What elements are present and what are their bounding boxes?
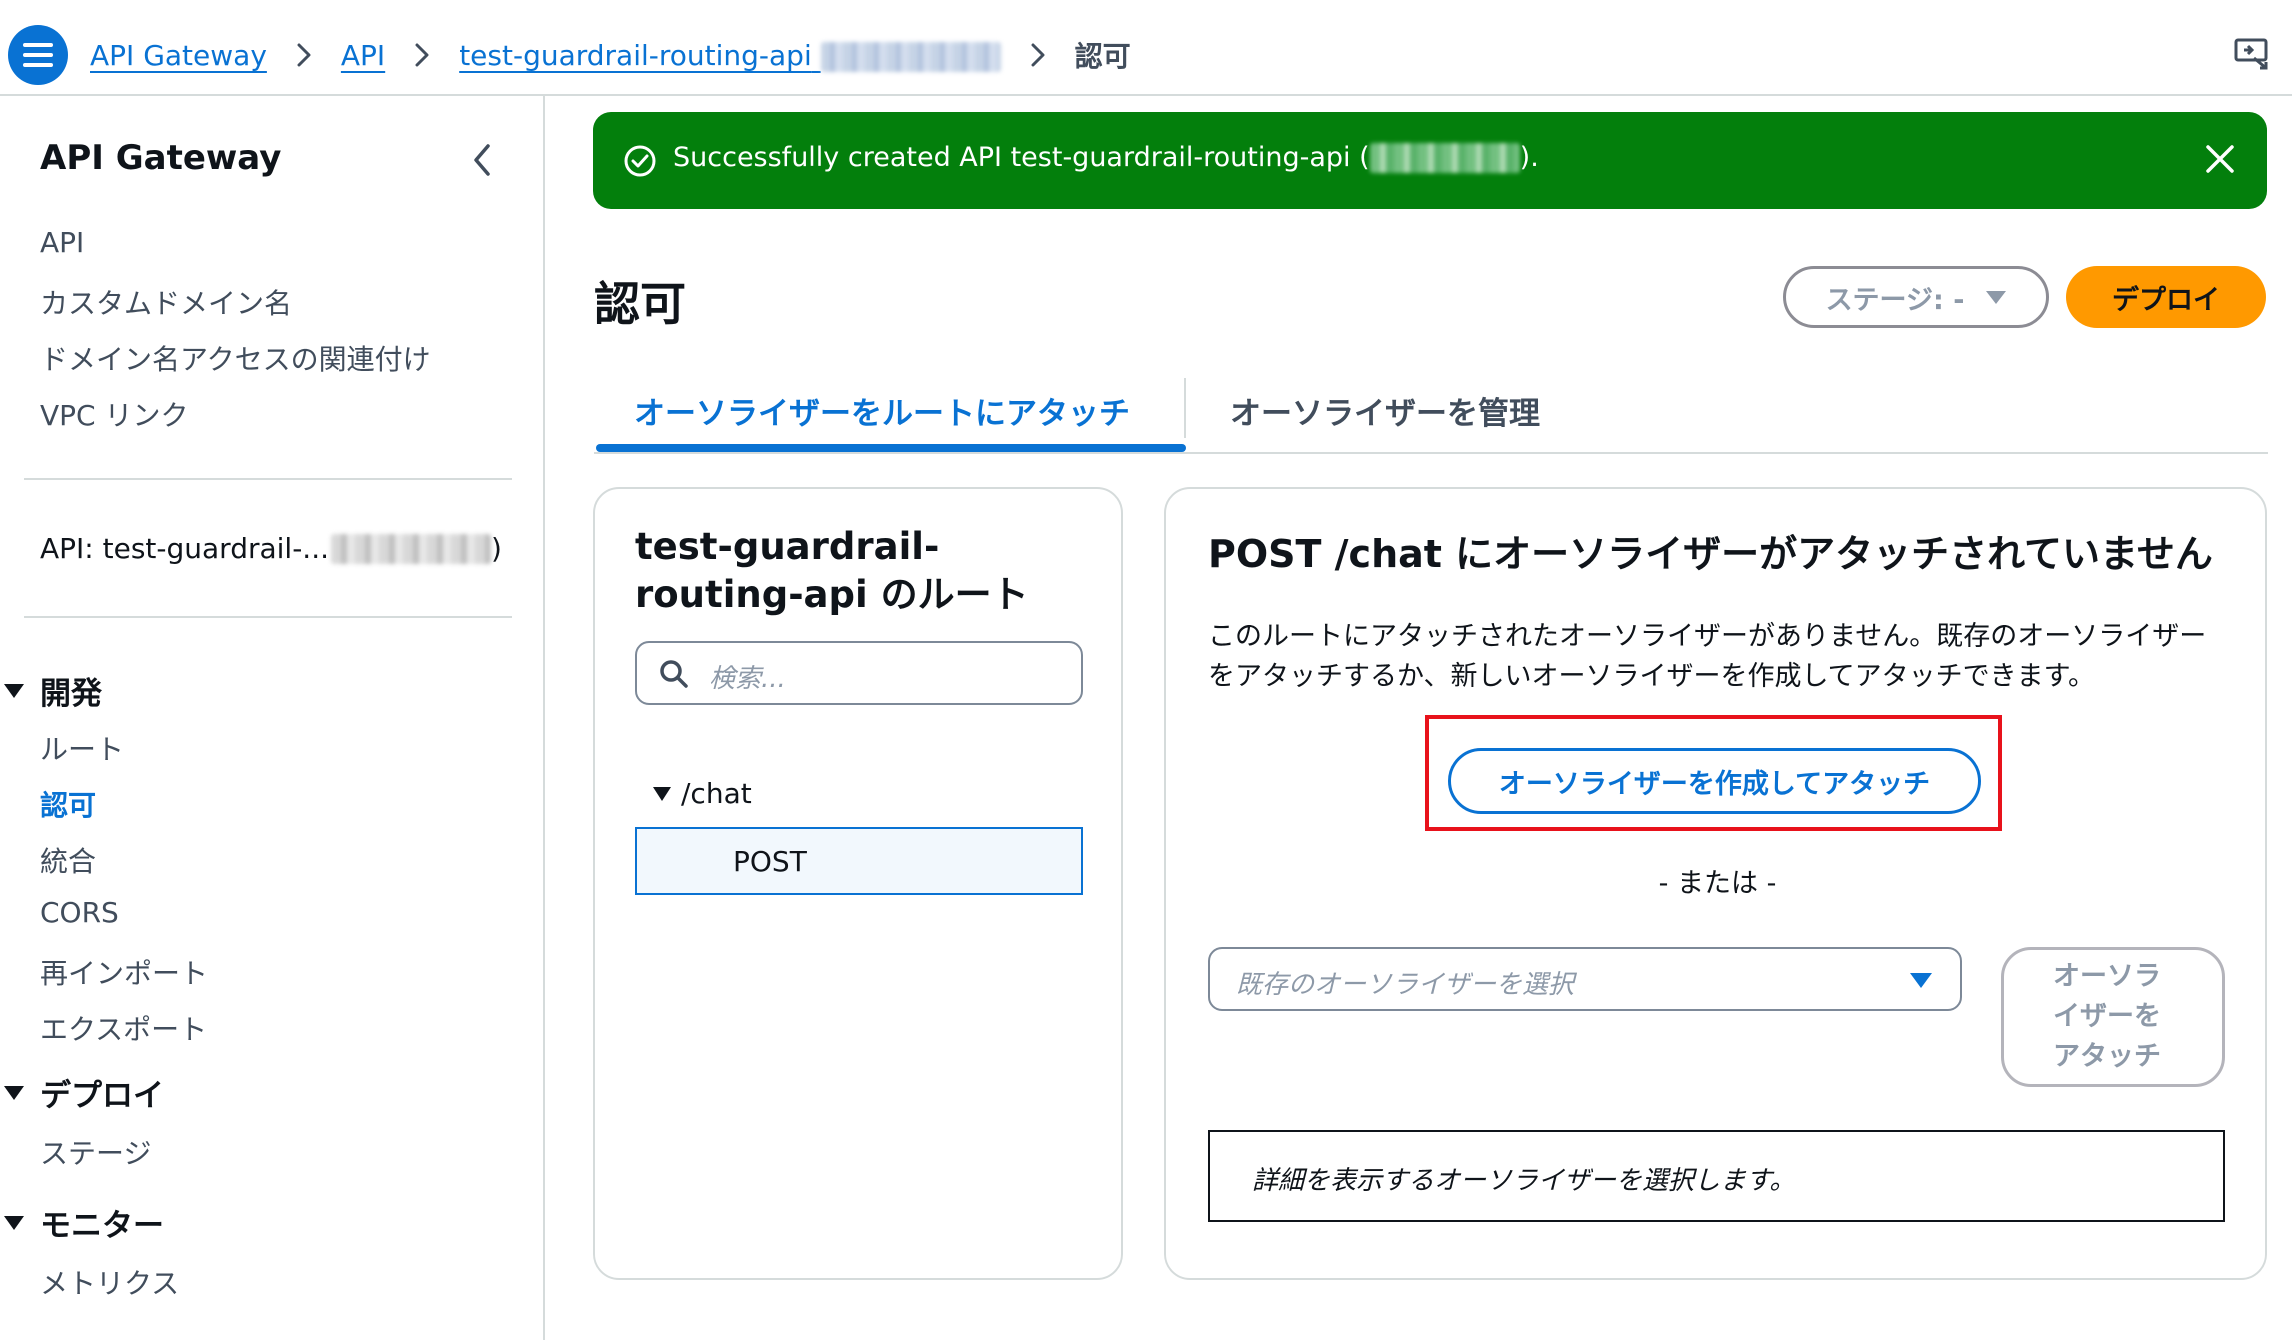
caret-down-icon bbox=[1910, 973, 1932, 988]
top-navigation-bar: API Gateway API test-guardrail-routing-a… bbox=[0, 0, 2292, 96]
detail-title: POST /chat にオーソライザーがアタッチされていません bbox=[1208, 532, 2213, 576]
breadcrumb-api-name-text: test-guardrail-routing-api bbox=[459, 38, 812, 72]
caret-down-icon bbox=[653, 786, 671, 801]
chevron-right-icon bbox=[1023, 43, 1053, 67]
sidebar-item-api[interactable]: API bbox=[40, 226, 84, 259]
sidebar-divider bbox=[24, 478, 512, 480]
redacted-api-id bbox=[820, 41, 1001, 72]
search-icon bbox=[660, 660, 688, 688]
sidebar-section-deploy[interactable]: デプロイ bbox=[4, 1070, 164, 1115]
breadcrumb-api[interactable]: API bbox=[341, 39, 385, 72]
sidebar-item-domain-access[interactable]: ドメイン名アクセスの関連付け bbox=[40, 338, 431, 378]
tab-manage-authorizers[interactable]: オーソライザーを管理 bbox=[1230, 388, 1540, 433]
side-navigation: API Gateway API カスタムドメイン名 ドメイン名アクセスの関連付け… bbox=[0, 96, 545, 1340]
existing-authorizer-select[interactable]: 既存のオーソライザーを選択 bbox=[1208, 947, 1962, 1011]
caret-down-icon bbox=[1986, 290, 2007, 304]
breadcrumb-api-name[interactable]: test-guardrail-routing-api bbox=[459, 38, 1001, 72]
sidebar-section-label: 開発 bbox=[40, 676, 102, 712]
sidebar-item-cors[interactable]: CORS bbox=[40, 896, 119, 929]
flash-message: Successfully created API test-guardrail-… bbox=[673, 142, 1539, 173]
stage-button-label: ステージ: - bbox=[1825, 284, 1965, 316]
sidebar-section-label: デプロイ bbox=[40, 1078, 164, 1114]
detail-description: このルートにアタッチされたオーソライザーがありません。既存のオーソライザーをアタ… bbox=[1208, 621, 2207, 692]
select-placeholder: 既存のオーソライザーを選択 bbox=[1236, 970, 1575, 1000]
tabs: オーソライザーをルートにアタッチ オーソライザーを管理 bbox=[594, 370, 2268, 454]
stage-select-button[interactable]: ステージ: - bbox=[1783, 266, 2049, 328]
page-title: 認可 bbox=[594, 277, 686, 331]
deploy-button[interactable]: デプロイ bbox=[2066, 266, 2266, 328]
sidebar-item-metrics[interactable]: メトリクス bbox=[40, 1262, 179, 1302]
chevron-right-icon bbox=[407, 43, 437, 67]
info-text: 詳細を表示するオーソライザーを選択します。 bbox=[1252, 1166, 1796, 1196]
success-flashbar: Successfully created API test-guardrail-… bbox=[593, 112, 2267, 209]
route-path: /chat bbox=[681, 777, 752, 810]
sidebar-item-stages[interactable]: ステージ bbox=[40, 1132, 151, 1172]
flash-message-suffix: ). bbox=[1519, 142, 1539, 173]
sidebar-item-export[interactable]: エクスポート bbox=[40, 1008, 207, 1048]
sidebar-api-label: API: test-guardrail-... bbox=[40, 532, 330, 565]
sidebar-divider bbox=[24, 616, 512, 618]
menu-toggle-button[interactable] bbox=[8, 25, 68, 85]
attach-button-label: オーソライザーをアタッチ bbox=[2053, 961, 2161, 1072]
sidebar-item-custom-domains[interactable]: カスタムドメイン名 bbox=[40, 282, 292, 322]
redacted-api-id bbox=[1369, 142, 1520, 173]
caret-down-icon bbox=[4, 1215, 24, 1230]
screen-share-icon[interactable] bbox=[2234, 36, 2270, 72]
redacted-api-id bbox=[331, 533, 492, 564]
caret-down-icon bbox=[4, 1085, 24, 1100]
sidebar-item-authorization[interactable]: 認可 bbox=[40, 784, 96, 824]
routes-title: test-guardrail-routing-api のルート bbox=[635, 525, 1029, 616]
flash-message-prefix: Successfully created API test-guardrail-… bbox=[673, 142, 1370, 173]
sidebar-item-routes[interactable]: ルート bbox=[40, 728, 124, 768]
authorizer-details-box: 詳細を表示するオーソライザーを選択します。 bbox=[1208, 1130, 2225, 1222]
route-tree-node-chat[interactable]: /chat bbox=[653, 777, 752, 810]
sidebar-section-monitor[interactable]: モニター bbox=[4, 1200, 164, 1245]
tab-attach-authorizers[interactable]: オーソライザーをルートにアタッチ bbox=[634, 388, 1130, 433]
chevron-left-icon[interactable] bbox=[468, 142, 496, 178]
active-tab-indicator bbox=[596, 444, 1186, 452]
chevron-right-icon bbox=[289, 43, 319, 67]
sidebar-item-vpc-links[interactable]: VPC リンク bbox=[40, 394, 189, 434]
breadcrumb: API Gateway API test-guardrail-routing-a… bbox=[90, 30, 1131, 80]
breadcrumb-current: 認可 bbox=[1074, 40, 1131, 73]
create-and-attach-authorizer-button[interactable]: オーソライザーを作成してアタッチ bbox=[1448, 748, 1981, 814]
sidebar-section-label: モニター bbox=[40, 1208, 164, 1244]
route-method-post[interactable]: POST bbox=[635, 827, 1083, 895]
close-icon[interactable] bbox=[2203, 142, 2237, 176]
routes-panel: test-guardrail-routing-api のルート 検索... /c… bbox=[593, 487, 1123, 1280]
caret-down-icon bbox=[4, 683, 24, 698]
attach-authorizer-button[interactable]: オーソライザーをアタッチ bbox=[2001, 947, 2225, 1087]
sidebar-title: API Gateway bbox=[40, 138, 282, 178]
breadcrumb-api-gateway[interactable]: API Gateway bbox=[90, 39, 267, 72]
sidebar-api-selector[interactable]: API: test-guardrail-... ) bbox=[40, 532, 502, 565]
tab-separator bbox=[1184, 378, 1186, 438]
sidebar-api-label-suffix: ) bbox=[491, 532, 502, 565]
search-placeholder: 検索... bbox=[709, 664, 786, 694]
authorizer-detail-panel: POST /chat にオーソライザーがアタッチされていません このルートにアタ… bbox=[1164, 487, 2267, 1280]
sidebar-item-integrations[interactable]: 統合 bbox=[40, 840, 96, 880]
route-search-input[interactable]: 検索... bbox=[635, 641, 1083, 705]
sidebar-section-develop[interactable]: 開発 bbox=[4, 668, 102, 713]
or-separator: - または - bbox=[1658, 868, 1777, 899]
hamburger-icon bbox=[23, 43, 53, 67]
sidebar-item-reimport[interactable]: 再インポート bbox=[40, 952, 208, 992]
check-circle-icon bbox=[624, 145, 656, 177]
